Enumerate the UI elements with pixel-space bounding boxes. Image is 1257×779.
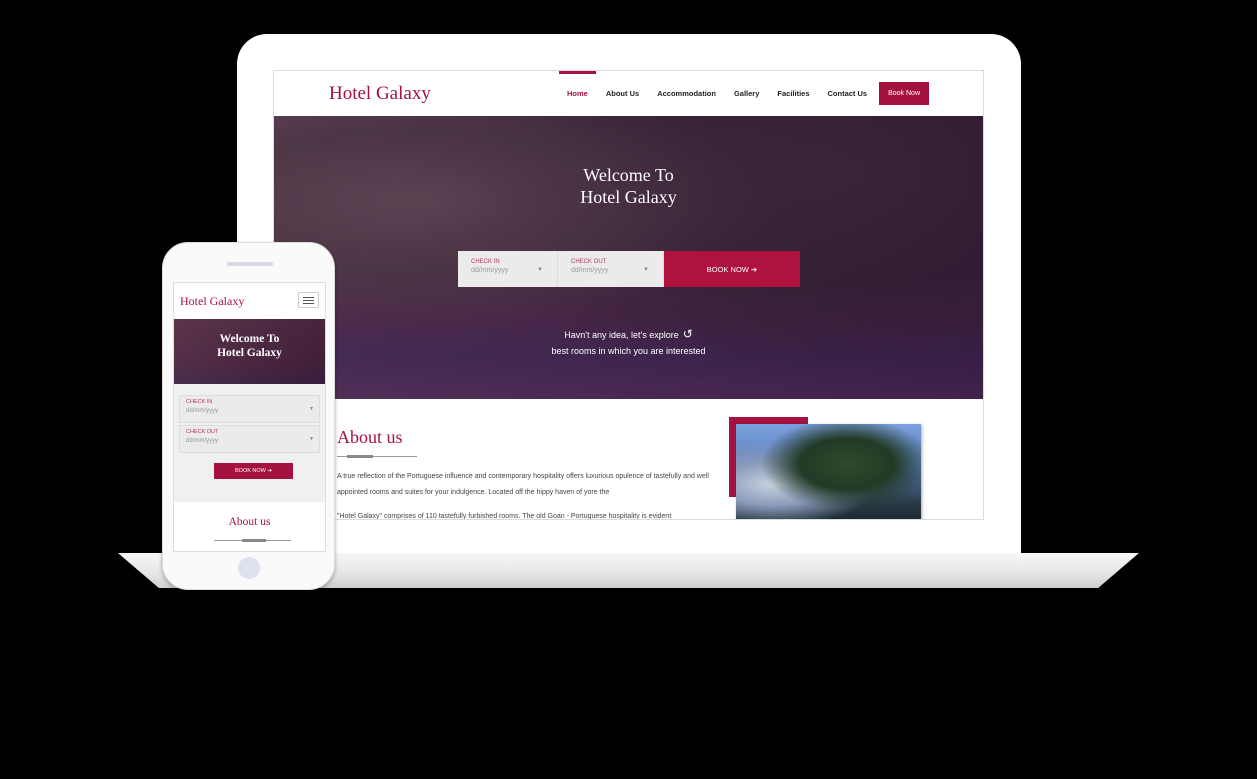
mobile-check-out-field[interactable]: CHECK OUT dd/mm/yyyy ▼	[179, 425, 320, 453]
mobile-booking-form: CHECK IN dd/mm/yyyy ▼ CHECK OUT dd/mm/yy…	[174, 384, 325, 502]
check-out-placeholder: dd/mm/yyyy	[571, 267, 609, 274]
mobile-check-out-label: CHECK OUT	[186, 429, 219, 435]
mobile-site-logo[interactable]: Hotel Galaxy	[180, 294, 244, 309]
mobile-book-now-button[interactable]: BOOK NOW ➔	[214, 463, 293, 479]
about-paragraph-1: A true reflection of the Portuguese infl…	[337, 473, 709, 496]
check-in-label: CHECK IN	[471, 259, 500, 265]
mobile-about-section: About us	[174, 502, 325, 551]
book-now-button[interactable]: BOOK NOW ➔	[664, 251, 800, 287]
chevron-down-icon: ▼	[537, 267, 543, 273]
hero-title-line2: Hotel Galaxy	[580, 187, 677, 207]
desktop-navbar: Hotel Galaxy Home About Us Accommodation…	[274, 71, 983, 116]
mobile-check-out-placeholder: dd/mm/yyyy	[186, 438, 219, 444]
about-paragraph-2: "Hotel Galaxy" comprises of 110 tasteful…	[337, 513, 672, 520]
nav-facilities[interactable]: Facilities	[768, 89, 818, 98]
explore-line2: best rooms in which you are interested	[551, 346, 706, 356]
mobile-check-in-label: CHECK IN	[186, 399, 213, 405]
phone-speaker	[227, 262, 273, 266]
nav-menu: Home About Us Accommodation Gallery Faci…	[558, 82, 929, 105]
hotel-photo	[736, 424, 921, 519]
check-out-label: CHECK OUT	[571, 259, 607, 265]
nav-contact-us[interactable]: Contact Us	[819, 89, 877, 98]
nav-accommodation[interactable]: Accommodation	[648, 89, 725, 98]
explore-prompt: Havn't any idea, let's explore ↺ best roo…	[274, 326, 983, 359]
mobile-hero-line1: Welcome To	[219, 333, 280, 345]
hero-banner: Welcome To Hotel Galaxy CHECK IN dd/mm/y…	[274, 116, 983, 399]
squiggle-arrow-icon: ↺	[682, 327, 693, 341]
chevron-down-icon: ▼	[309, 436, 314, 442]
check-in-placeholder: dd/mm/yyyy	[471, 267, 509, 274]
chevron-down-icon: ▼	[643, 267, 649, 273]
mobile-hero-line2: Hotel Galaxy	[217, 347, 282, 359]
about-heading: About us	[337, 427, 403, 447]
explore-line1: Havn't any idea, let's explore	[564, 330, 679, 340]
mobile-check-in-placeholder: dd/mm/yyyy	[186, 408, 219, 414]
check-out-field[interactable]: CHECK OUT dd/mm/yyyy ▼	[558, 251, 664, 287]
desktop-website: Hotel Galaxy Home About Us Accommodation…	[273, 70, 984, 520]
hero-title-line1: Welcome To	[583, 165, 674, 185]
mobile-about-heading: About us	[228, 516, 271, 528]
mobile-hero-banner: Welcome To Hotel Galaxy	[174, 319, 325, 384]
phone-frame: Hotel Galaxy Welcome To Hotel Galaxy CHE…	[162, 242, 335, 590]
site-logo[interactable]: Hotel Galaxy	[329, 83, 431, 105]
check-in-field[interactable]: CHECK IN dd/mm/yyyy ▼	[458, 251, 558, 287]
heading-divider	[337, 455, 417, 458]
phone-home-button	[238, 557, 260, 579]
mobile-hero-title: Welcome To Hotel Galaxy	[174, 332, 325, 360]
mobile-heading-divider	[214, 539, 291, 542]
chevron-down-icon: ▼	[309, 406, 314, 412]
about-section: About us A true reflection of the Portug…	[274, 399, 983, 520]
mobile-check-in-field[interactable]: CHECK IN dd/mm/yyyy ▼	[179, 395, 320, 423]
nav-gallery[interactable]: Gallery	[725, 89, 768, 98]
device-mockup-stage: Hotel Galaxy Home About Us Accommodation…	[0, 0, 1257, 779]
active-nav-indicator	[559, 71, 596, 74]
nav-about-us[interactable]: About Us	[597, 89, 648, 98]
mobile-website: Hotel Galaxy Welcome To Hotel Galaxy CHE…	[173, 282, 326, 552]
hero-title: Welcome To Hotel Galaxy	[274, 164, 983, 208]
booking-form: CHECK IN dd/mm/yyyy ▼ CHECK OUT dd/mm/yy…	[458, 251, 800, 287]
hamburger-menu-icon[interactable]	[298, 292, 319, 308]
nav-book-now-button[interactable]: Book Now	[879, 82, 929, 105]
nav-home[interactable]: Home	[558, 89, 597, 98]
